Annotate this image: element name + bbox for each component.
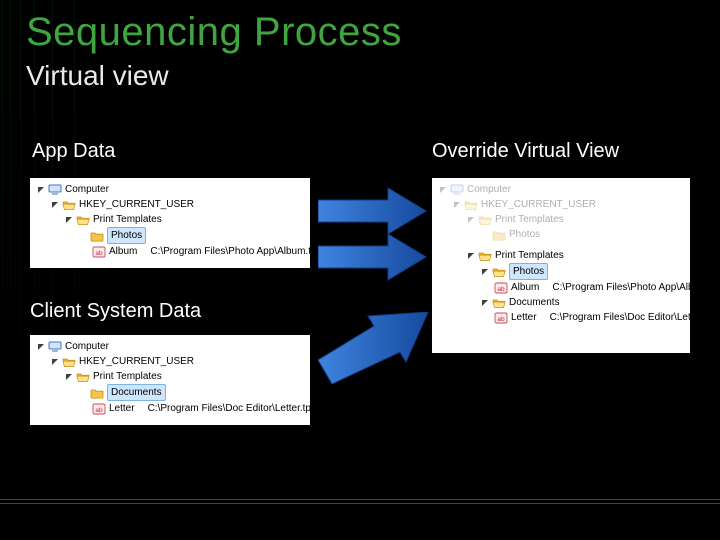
value-name: Letter [109,401,135,416]
node-label-selected: Documents [107,384,166,401]
node-label: HKEY_CURRENT_USER [79,354,194,369]
node-label: Print Templates [93,369,162,384]
reg-string-icon [494,312,508,324]
label-client-system-data: Client System Data [30,300,201,323]
tree-row[interactable]: Print Templates [436,212,686,227]
value-name: Letter [511,310,537,325]
tree-row[interactable]: HKEY_CURRENT_USER [34,197,306,212]
node-label: HKEY_CURRENT_USER [79,197,194,212]
reg-string-icon [92,246,106,258]
folder-open-icon [478,214,492,226]
reg-string-icon [92,403,106,415]
tree-override-virtual-view: Computer HKEY_CURRENT_USER Print Templat… [432,178,690,353]
tree-row[interactable]: Print Templates [34,212,306,227]
arrow-up-icon [318,312,430,384]
folder-open-icon [62,199,76,211]
chevron-down-icon[interactable] [64,373,73,381]
tree-row[interactable]: Print Templates [436,248,686,263]
tree-row[interactable]: Photos [436,263,686,280]
chevron-down-icon[interactable] [480,299,489,307]
tree-row[interactable]: Photos [34,227,306,244]
node-label: HKEY_CURRENT_USER [481,197,596,212]
tree-row[interactable]: Album C:\Program Files\Photo App\Album.t… [34,244,306,259]
tree-app-data: Computer HKEY_CURRENT_USER Print Templat… [30,178,310,268]
node-label: Computer [467,182,511,197]
chevron-down-icon[interactable] [480,268,489,276]
value-data: C:\Program Files\Photo App\Album.tpl [150,244,318,259]
slide-subtitle: Virtual view [26,60,169,92]
tree-row[interactable]: Letter C:\Program Files\Doc Editor\Lette… [436,310,686,325]
computer-icon [48,184,62,196]
arrow-icon [318,232,428,282]
tree-row[interactable]: HKEY_CURRENT_USER [436,197,686,212]
node-label: Print Templates [495,212,564,227]
folder-open-icon [76,371,90,383]
folder-open-icon [492,297,506,309]
chevron-down-icon[interactable] [50,201,59,209]
node-label-selected: Photos [509,263,548,280]
tree-row[interactable]: Photos [436,227,686,242]
folder-open-icon [464,199,478,211]
footer-rule [0,499,720,504]
chevron-down-icon[interactable] [64,216,73,224]
tree-row[interactable]: Computer [34,182,306,197]
chevron-down-icon[interactable] [36,186,45,194]
value-name: Album [511,280,539,295]
arrow-icon [318,186,428,236]
tree-row[interactable]: Computer [34,339,306,354]
chevron-down-icon[interactable] [50,358,59,366]
slide-title: Sequencing Process [26,10,402,55]
tree-row[interactable]: Print Templates [34,369,306,384]
folder-open-icon [76,214,90,226]
value-name: Album [109,244,137,259]
tree-row[interactable]: Album C:\Program Files\Photo App\Album.t… [436,280,686,295]
folder-icon [492,229,506,241]
chevron-down-icon[interactable] [438,186,447,194]
tree-row[interactable]: HKEY_CURRENT_USER [34,354,306,369]
chevron-down-icon[interactable] [36,343,45,351]
node-label: Print Templates [495,248,564,263]
tree-row[interactable]: Documents [436,295,686,310]
tree-row[interactable]: Documents [34,384,306,401]
value-data: C:\Program Files\Photo App\Album.tpl [552,280,720,295]
node-label: Print Templates [93,212,162,227]
value-data: C:\Program Files\Doc Editor\Letter.tpl [148,401,314,416]
folder-open-icon [62,356,76,368]
node-label: Computer [65,339,109,354]
label-app-data: App Data [32,140,115,163]
value-data: C:\Program Files\Doc Editor\Letter.tpl [550,310,716,325]
reg-string-icon [494,282,508,294]
folder-open-icon [478,250,492,262]
computer-icon [48,341,62,353]
folder-icon [90,387,104,399]
computer-icon [450,184,464,196]
tree-client-system-data: Computer HKEY_CURRENT_USER Print Templat… [30,335,310,425]
tree-row[interactable]: Computer [436,182,686,197]
node-label: Photos [509,227,540,242]
tree-row[interactable]: Letter C:\Program Files\Doc Editor\Lette… [34,401,306,416]
folder-open-icon [492,266,506,278]
slide: Sequencing Process Virtual view App Data… [0,0,720,540]
chevron-down-icon[interactable] [466,252,475,260]
node-label-selected: Photos [107,227,146,244]
chevron-down-icon[interactable] [466,216,475,224]
chevron-down-icon[interactable] [452,201,461,209]
label-override-virtual-view: Override Virtual View [432,140,619,163]
node-label: Documents [509,295,560,310]
folder-icon [90,230,104,242]
node-label: Computer [65,182,109,197]
